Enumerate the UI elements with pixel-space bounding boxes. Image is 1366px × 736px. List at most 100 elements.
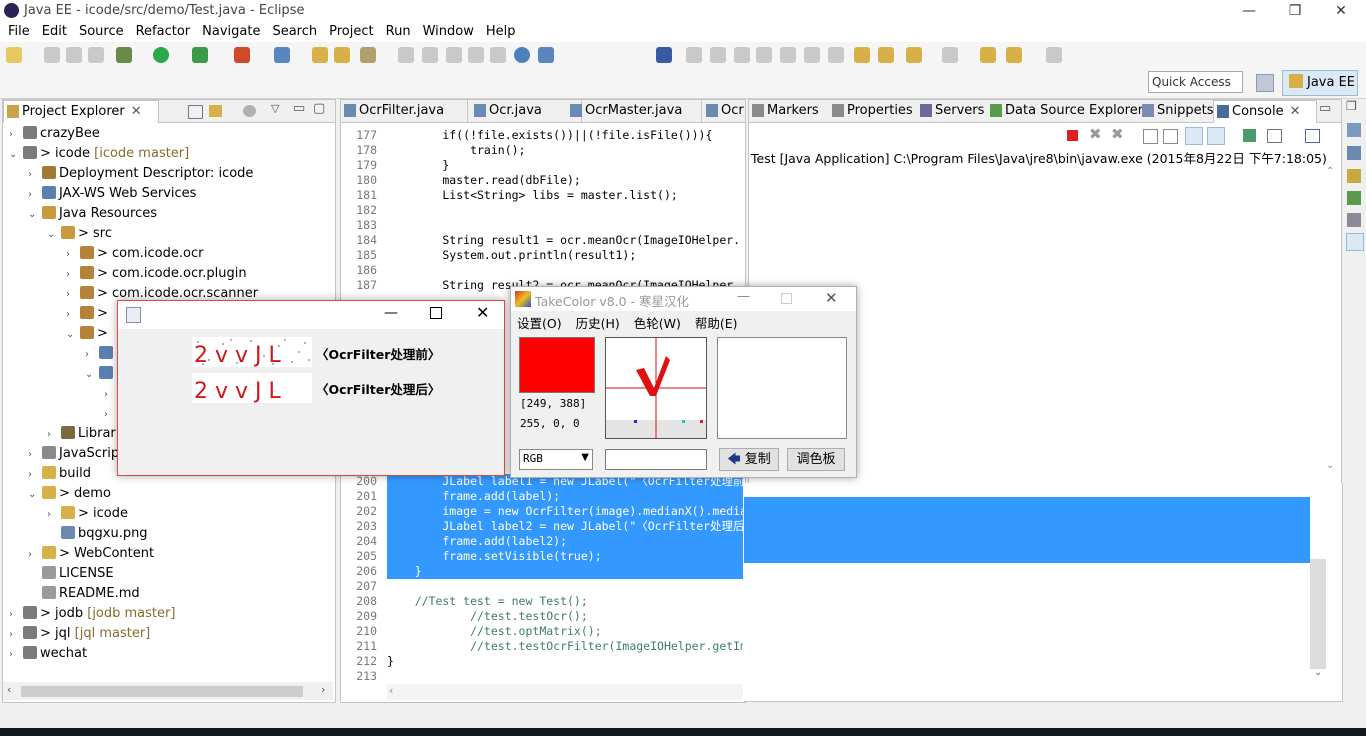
show-console-icon[interactable] bbox=[1207, 127, 1225, 145]
forward-arrow-icon[interactable] bbox=[1046, 47, 1062, 63]
annotation-icon[interactable] bbox=[398, 47, 414, 63]
mode-select[interactable]: RGB ▼ bbox=[519, 449, 593, 470]
save-all-icon[interactable] bbox=[66, 47, 82, 63]
minimize-view-icon[interactable]: ▭ bbox=[293, 101, 305, 116]
expand-toggle-icon[interactable]: ⌄ bbox=[85, 365, 97, 385]
tree-item[interactable]: › wechat bbox=[9, 644, 87, 664]
tree-item[interactable]: › > icode bbox=[47, 504, 128, 524]
tree-item[interactable]: › crazyBee bbox=[9, 124, 100, 144]
tree-item[interactable]: › bbox=[85, 344, 116, 364]
menu-color-wheel[interactable]: 色轮(W) bbox=[634, 316, 681, 331]
scroll-lock-icon[interactable] bbox=[1163, 129, 1178, 144]
expand-toggle-icon[interactable]: ⌄ bbox=[28, 205, 40, 225]
panel-icon[interactable] bbox=[468, 47, 484, 63]
close-button[interactable]: ✕ bbox=[476, 303, 489, 322]
tree-item[interactable]: › > jql [jql master] bbox=[9, 624, 150, 644]
resume-icon[interactable] bbox=[686, 47, 702, 63]
quick-access-input[interactable]: Quick Access bbox=[1148, 71, 1243, 93]
console-trim-icon[interactable] bbox=[1346, 233, 1364, 251]
expand-toggle-icon[interactable]: › bbox=[104, 385, 116, 405]
remove-all-icon[interactable]: ✖ bbox=[1111, 125, 1124, 143]
expand-toggle-icon[interactable]: › bbox=[28, 185, 40, 205]
tree-item[interactable]: bqgxu.png bbox=[47, 524, 148, 544]
menu-run[interactable]: Run bbox=[380, 22, 417, 42]
expand-toggle-icon[interactable]: ⌄ bbox=[66, 325, 78, 345]
expand-toggle-icon[interactable]: › bbox=[28, 445, 40, 465]
minimize-button[interactable]: — bbox=[384, 305, 398, 321]
display-console-icon[interactable] bbox=[1267, 129, 1282, 143]
pin-console-icon[interactable] bbox=[1243, 129, 1256, 142]
menu-file[interactable]: File bbox=[2, 22, 36, 42]
pin-icon[interactable] bbox=[656, 47, 672, 63]
menu-edit[interactable]: Edit bbox=[36, 22, 73, 42]
tag-icon[interactable] bbox=[1347, 191, 1361, 205]
save-icon[interactable] bbox=[44, 47, 60, 63]
scroll-down-icon[interactable]: ⌄ bbox=[1326, 460, 1334, 471]
menu-project[interactable]: Project bbox=[323, 22, 379, 42]
tab-console[interactable]: Console ✕ bbox=[1213, 100, 1317, 123]
open-console-icon[interactable] bbox=[1305, 129, 1320, 143]
console-vscrollbar[interactable]: ⌃ ⌄ bbox=[1323, 166, 1339, 482]
expand-toggle-icon[interactable]: › bbox=[66, 285, 78, 305]
close-icon[interactable]: ✕ bbox=[131, 104, 142, 119]
tree-item[interactable]: ⌄ > icode [icode master] bbox=[9, 144, 189, 164]
tab-data-source-explorer[interactable]: Data Source Explorer bbox=[987, 100, 1153, 122]
close-button[interactable]: ✕ bbox=[825, 289, 838, 307]
bookmark-icon[interactable] bbox=[1347, 213, 1361, 227]
expand-toggle-icon[interactable]: › bbox=[9, 625, 21, 645]
step-over-icon[interactable] bbox=[804, 47, 820, 63]
run-coverage-icon[interactable] bbox=[192, 47, 208, 63]
new-java-project-icon[interactable] bbox=[274, 47, 290, 63]
link-with-editor-icon[interactable] bbox=[209, 105, 222, 117]
expand-toggle-icon[interactable]: › bbox=[28, 165, 40, 185]
open-perspective-icon[interactable] bbox=[1256, 74, 1274, 92]
menu-source[interactable]: Source bbox=[73, 22, 130, 42]
tree-item[interactable]: README.md bbox=[28, 584, 140, 604]
open-folder-icon[interactable] bbox=[334, 47, 350, 63]
tree-item[interactable]: ⌄ > bbox=[66, 324, 108, 344]
editor-vscrollbar[interactable] bbox=[1310, 559, 1326, 669]
tree-item[interactable]: ⌄ Java Resources bbox=[28, 204, 157, 224]
word-wrap-icon[interactable] bbox=[1185, 127, 1203, 145]
minimize-button[interactable]: — bbox=[1226, 0, 1272, 22]
tree-item[interactable]: ⌄ > src bbox=[47, 224, 112, 244]
expand-toggle-icon[interactable]: › bbox=[104, 405, 116, 425]
menu-refactor[interactable]: Refactor bbox=[130, 22, 197, 42]
scroll-left-icon[interactable]: ‹ bbox=[389, 684, 393, 697]
tab-ocrmaster-java[interactable]: OcrMaster.java bbox=[567, 100, 702, 122]
tree-item[interactable]: LICENSE bbox=[28, 564, 114, 584]
menu-help[interactable]: 帮助(E) bbox=[695, 316, 738, 331]
copy-button[interactable]: 🡄 复制 bbox=[719, 448, 779, 471]
expand-toggle-icon[interactable]: › bbox=[28, 465, 40, 485]
collapse-all-icon[interactable] bbox=[188, 105, 203, 119]
edit-icon[interactable] bbox=[422, 47, 438, 63]
palette-button[interactable]: 调色板 bbox=[787, 448, 845, 471]
remove-launch-icon[interactable]: ✖ bbox=[1089, 125, 1102, 143]
tab-ocr-java[interactable]: Ocr.java bbox=[471, 100, 582, 122]
tree-item[interactable]: › > bbox=[66, 304, 108, 324]
tab-ocrfilter-java[interactable]: OcrFilter.java bbox=[341, 100, 468, 122]
toggle-icon[interactable] bbox=[446, 47, 462, 63]
scroll-up-icon[interactable]: ⌃ bbox=[1326, 166, 1334, 177]
expand-toggle-icon[interactable]: › bbox=[9, 605, 21, 625]
tree-item[interactable]: › > com.icode.ocr.plugin bbox=[66, 264, 247, 284]
expand-toggle-icon[interactable]: › bbox=[66, 305, 78, 325]
tree-item[interactable]: › > WebContent bbox=[28, 544, 154, 564]
outline-icon[interactable] bbox=[1347, 123, 1361, 137]
scroll-down-icon[interactable]: ⌄ bbox=[1314, 667, 1322, 678]
expand-toggle-icon[interactable]: › bbox=[28, 545, 40, 565]
maximize-button[interactable] bbox=[430, 307, 442, 319]
search-icon[interactable] bbox=[360, 47, 376, 63]
horizontal-scrollbar[interactable]: ‹ › bbox=[3, 682, 333, 700]
expand-toggle-icon[interactable]: › bbox=[9, 125, 21, 145]
tree-item[interactable]: › build bbox=[28, 464, 91, 484]
tree-item[interactable]: › > com.icode.ocr bbox=[66, 244, 203, 264]
expand-toggle-icon[interactable]: ⌄ bbox=[28, 485, 40, 505]
tree-item[interactable]: › JavaScrip bbox=[28, 444, 119, 464]
web-services-icon[interactable] bbox=[538, 47, 554, 63]
close-button[interactable]: ✕ bbox=[1318, 0, 1364, 22]
expand-toggle-icon[interactable]: › bbox=[66, 265, 78, 285]
task-list-icon[interactable] bbox=[1347, 146, 1361, 160]
restore-button[interactable]: ❐ bbox=[1272, 0, 1318, 22]
expand-toggle-icon[interactable]: › bbox=[47, 505, 59, 525]
